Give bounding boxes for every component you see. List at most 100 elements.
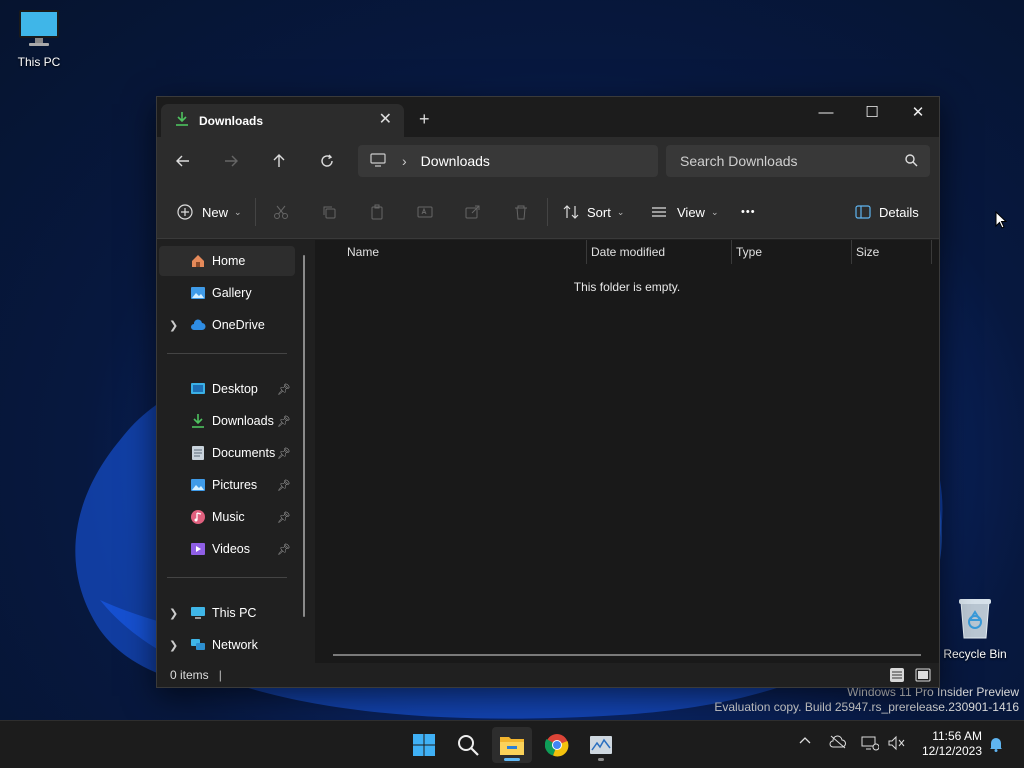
taskbar-search-button[interactable] [448,727,488,763]
sidebar-item-pictures[interactable]: Pictures 📌︎ [159,470,295,500]
speaker-muted-icon [888,735,905,751]
column-header-size[interactable]: Size [852,240,932,264]
file-list-pane[interactable]: Name Date modified Type Size This folder… [315,240,939,664]
tab-title: Downloads [199,113,264,128]
title-bar[interactable]: Downloads ✕ + — ☐ ✕ [157,97,939,137]
notification-button[interactable] [989,736,1003,755]
command-bar: New ⌄ Sort ⌄ View ⌄ ••• Details [157,184,939,239]
new-button[interactable]: New ⌄ [177,199,242,225]
tab-downloads[interactable]: Downloads ✕ [161,104,404,137]
chevron-right-icon[interactable]: ❯ [169,639,178,652]
new-tab-button[interactable]: + [419,109,430,130]
large-icons-view-icon[interactable] [915,667,931,686]
desktop-icon-recycle-bin[interactable]: Recycle Bin [937,596,1013,661]
view-button[interactable]: View ⌄ [651,199,719,225]
cloud-icon [190,317,206,333]
search-box[interactable]: Search Downloads [666,145,930,177]
show-hidden-icons-button[interactable] [799,735,811,750]
recycle-bin-icon [937,596,1013,643]
clock-time: 11:56 AM [932,729,982,743]
details-view-icon[interactable] [889,667,905,686]
breadcrumb-location[interactable]: Downloads [421,153,490,169]
minimize-button[interactable]: — [803,97,849,127]
sidebar-item-home[interactable]: Home [159,246,295,276]
rename-button[interactable] [417,199,433,225]
onedrive-tray-icon[interactable] [829,735,847,752]
sidebar-item-videos[interactable]: Videos 📌︎ [159,534,295,564]
network-tray-icon[interactable] [861,735,880,754]
chevron-down-icon: ⌄ [616,206,625,217]
sidebar-item-gallery[interactable]: Gallery [159,278,295,308]
taskbar-file-explorer[interactable] [492,727,532,763]
view-button-label: View [677,204,705,220]
sidebar-item-label: Gallery [212,286,252,300]
pin-icon[interactable]: 📌︎ [277,511,291,524]
status-bar: 0 items | [157,663,939,687]
pin-icon[interactable]: 📌︎ [277,543,291,556]
documents-folder-icon [190,445,206,461]
refresh-button[interactable] [315,149,339,173]
empty-folder-message: This folder is empty. [573,280,681,294]
delete-button[interactable] [513,199,529,225]
sidebar-item-label: Documents [212,446,276,460]
taskbar-clock[interactable]: 11:56 AM 12/12/2023 [922,729,982,759]
pin-icon[interactable]: 📌︎ [277,415,291,428]
arrow-right-icon [225,155,238,167]
close-button[interactable]: ✕ [895,97,941,127]
navigation-pane: Home Gallery ❯ OneDrive Desktop 📌︎ Downl… [157,240,307,664]
network-status-icon [861,736,880,751]
sidebar-item-downloads[interactable]: Downloads 📌︎ [159,406,295,436]
share-icon [465,205,480,219]
sidebar-item-label: Pictures [212,478,258,492]
sidebar-item-this-pc[interactable]: ❯ This PC [159,598,295,628]
more-options-button[interactable]: ••• [741,199,756,225]
taskbar-chrome[interactable] [537,727,577,763]
sidebar-item-documents[interactable]: Documents 📌︎ [159,438,295,468]
forward-button[interactable] [219,149,243,173]
rename-icon [417,206,433,218]
sidebar-item-label: Videos [212,542,250,556]
details-pane-icon [855,205,871,219]
pictures-folder-icon [190,477,206,493]
tab-close-button[interactable]: ✕ [379,112,392,128]
evaluation-watermark: Windows 11 Pro Insider Preview Evaluatio… [714,685,1019,715]
share-button[interactable] [465,199,481,225]
desktop-icon-this-pc[interactable]: This PC [1,8,77,69]
sidebar-item-desktop[interactable]: Desktop 📌︎ [159,374,295,404]
address-bar[interactable]: › Downloads [358,145,658,177]
sort-button[interactable]: Sort ⌄ [563,199,624,225]
chevron-right-icon[interactable]: ❯ [169,607,178,620]
details-pane-button[interactable]: Details [855,199,919,225]
sidebar-item-label: OneDrive [212,318,265,332]
start-button[interactable] [404,727,444,763]
horizontal-scrollbar[interactable] [333,654,921,656]
up-button[interactable] [267,149,291,173]
column-header-date-modified[interactable]: Date modified [587,240,732,264]
chevron-right-icon[interactable]: ❯ [169,319,178,332]
sidebar-item-onedrive[interactable]: ❯ OneDrive [159,310,295,340]
back-button[interactable] [171,149,195,173]
breadcrumb-separator: › [402,153,407,169]
sort-button-label: Sort [587,204,611,220]
chrome-icon [545,734,569,757]
cut-button[interactable] [273,199,289,225]
column-header-type[interactable]: Type [732,240,852,264]
trash-icon [515,205,527,220]
taskbar: 11:56 AM 12/12/2023 [0,720,1024,768]
sidebar-item-network[interactable]: ❯ Network [159,630,295,660]
scissors-icon [274,205,288,219]
taskbar-performance-monitor[interactable] [581,727,621,763]
paste-button[interactable] [369,199,385,225]
pin-icon[interactable]: 📌︎ [277,479,291,492]
pin-icon[interactable]: 📌︎ [277,383,291,396]
sidebar-item-label: Network [212,638,258,652]
maximize-button[interactable]: ☐ [849,97,895,127]
sidebar-scrollbar[interactable] [303,255,305,617]
volume-tray-icon[interactable] [888,735,906,754]
sidebar-item-label: This PC [212,606,257,620]
sidebar-item-music[interactable]: Music 📌︎ [159,502,295,532]
pin-icon[interactable]: 📌︎ [277,447,291,460]
column-header-name[interactable]: Name [343,240,587,264]
copy-button[interactable] [321,199,337,225]
refresh-icon [321,154,333,167]
